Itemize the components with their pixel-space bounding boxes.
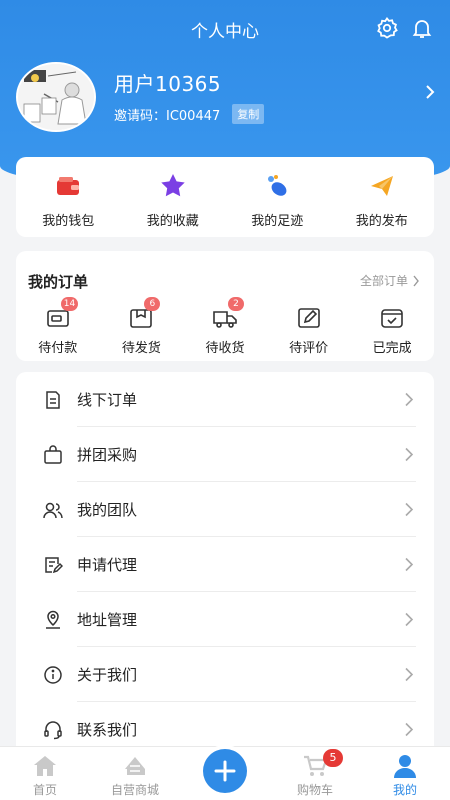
quick-link-label: 我的收藏 <box>146 214 199 229</box>
info-icon <box>43 665 63 685</box>
notification-bell-icon[interactable] <box>410 16 434 40</box>
order-completed[interactable]: 已完成 <box>350 305 434 356</box>
chevron-right-icon[interactable] <box>424 84 436 100</box>
tab-cart[interactable]: 5 购物车 <box>270 747 360 800</box>
tab-store[interactable]: 自营商城 <box>90 747 180 800</box>
paper-plane-icon <box>370 176 393 196</box>
quick-link-favorites[interactable]: 我的收藏 <box>121 157 226 237</box>
tab-home[interactable]: 首页 <box>0 747 90 800</box>
document-icon <box>43 390 63 410</box>
chevron-right-icon <box>404 557 414 572</box>
invite-code-text: 邀请码：IC00447 <box>114 108 221 124</box>
menu-item-label: 联系我们 <box>77 721 138 739</box>
order-pending-shipment[interactable]: 6 待发货 <box>100 297 184 356</box>
check-box-icon <box>381 309 403 328</box>
star-icon <box>161 174 185 197</box>
invite-code: 邀请码：IC00447 复制 <box>114 104 265 124</box>
order-status-label: 待付款 <box>38 341 78 356</box>
user-icon <box>394 755 416 778</box>
settings-gear-icon[interactable] <box>375 16 399 40</box>
menu-item-label: 地址管理 <box>77 611 138 629</box>
menu-list: 线下订单 拼团采购 我的团队 申请代理 地址管理 关于我们 联系我们 <box>16 372 434 752</box>
menu-item-label: 申请代理 <box>77 556 138 574</box>
copy-button[interactable]: 复制 <box>232 104 265 124</box>
order-status-label: 待发货 <box>121 341 161 356</box>
username: 用户10365 <box>114 72 222 96</box>
chevron-right-icon <box>413 275 419 286</box>
all-orders-label: 全部订单 <box>359 274 408 288</box>
edit-icon <box>297 308 320 328</box>
chevron-right-icon <box>404 612 414 627</box>
apply-form-icon <box>43 555 64 575</box>
plus-icon <box>214 760 236 782</box>
chevron-right-icon <box>404 667 414 682</box>
chevron-right-icon <box>404 392 414 407</box>
quick-link-wallet[interactable]: 我的钱包 <box>16 157 121 237</box>
menu-item-label: 关于我们 <box>77 666 138 684</box>
menu-item-address-management[interactable]: 地址管理 <box>16 592 434 647</box>
orders-title: 我的订单 <box>28 273 89 291</box>
menu-item-offline-orders[interactable]: 线下订单 <box>16 372 434 427</box>
cart-badge: 5 <box>323 749 343 767</box>
chevron-right-icon <box>404 722 414 737</box>
menu-item-group-buying[interactable]: 拼团采购 <box>16 427 434 482</box>
quick-link-label: 我的发布 <box>355 214 408 229</box>
home-icon <box>34 756 56 776</box>
quick-link-label: 我的足迹 <box>251 214 304 229</box>
tab-mine[interactable]: 我的 <box>360 747 450 800</box>
order-pending-payment[interactable]: 14 待付款 <box>16 297 100 356</box>
order-badge: 14 <box>60 297 79 311</box>
menu-item-about-us[interactable]: 关于我们 <box>16 647 434 702</box>
order-status-label: 待评价 <box>289 341 329 356</box>
menu-item-apply-agent[interactable]: 申请代理 <box>16 537 434 592</box>
order-badge: 2 <box>227 297 244 311</box>
location-icon <box>43 610 63 630</box>
quick-link-label: 我的钱包 <box>42 214 95 229</box>
avatar[interactable] <box>16 62 96 132</box>
chevron-right-icon <box>404 447 414 462</box>
tab-label: 首页 <box>32 783 57 797</box>
tab-label: 购物车 <box>296 783 333 797</box>
orders-card: 我的订单 全部订单 14 待付款 6 待发货 2 待收货 待评价 已完成 <box>16 251 434 361</box>
quick-link-posts[interactable]: 我的发布 <box>330 157 435 237</box>
add-button[interactable] <box>203 749 247 793</box>
footprint-icon <box>268 175 287 196</box>
menu-item-label: 我的团队 <box>77 501 138 519</box>
order-status-label: 待收货 <box>205 341 245 356</box>
all-orders-link[interactable]: 全部订单 <box>360 272 420 289</box>
quick-links-card: 我的钱包 我的收藏 我的足迹 我的发布 <box>16 157 434 237</box>
quick-link-footprints[interactable]: 我的足迹 <box>225 157 330 237</box>
menu-item-my-team[interactable]: 我的团队 <box>16 482 434 537</box>
profile-section[interactable]: 用户10365 邀请码：IC00447 复制 <box>16 62 450 132</box>
headset-icon <box>43 720 63 740</box>
order-pending-receipt[interactable]: 2 待收货 <box>183 297 267 356</box>
shopping-bag-icon <box>43 445 63 465</box>
team-icon <box>43 500 63 520</box>
menu-item-label: 拼团采购 <box>77 446 138 464</box>
chevron-right-icon <box>404 502 414 517</box>
menu-item-label: 线下订单 <box>77 391 138 409</box>
order-badge: 6 <box>144 297 161 311</box>
tab-label: 自营商城 <box>110 783 159 797</box>
order-status-label: 已完成 <box>372 341 412 356</box>
store-icon <box>125 757 145 775</box>
tab-label: 我的 <box>392 783 417 797</box>
order-pending-review[interactable]: 待评价 <box>267 305 351 356</box>
wallet-icon <box>57 177 80 195</box>
